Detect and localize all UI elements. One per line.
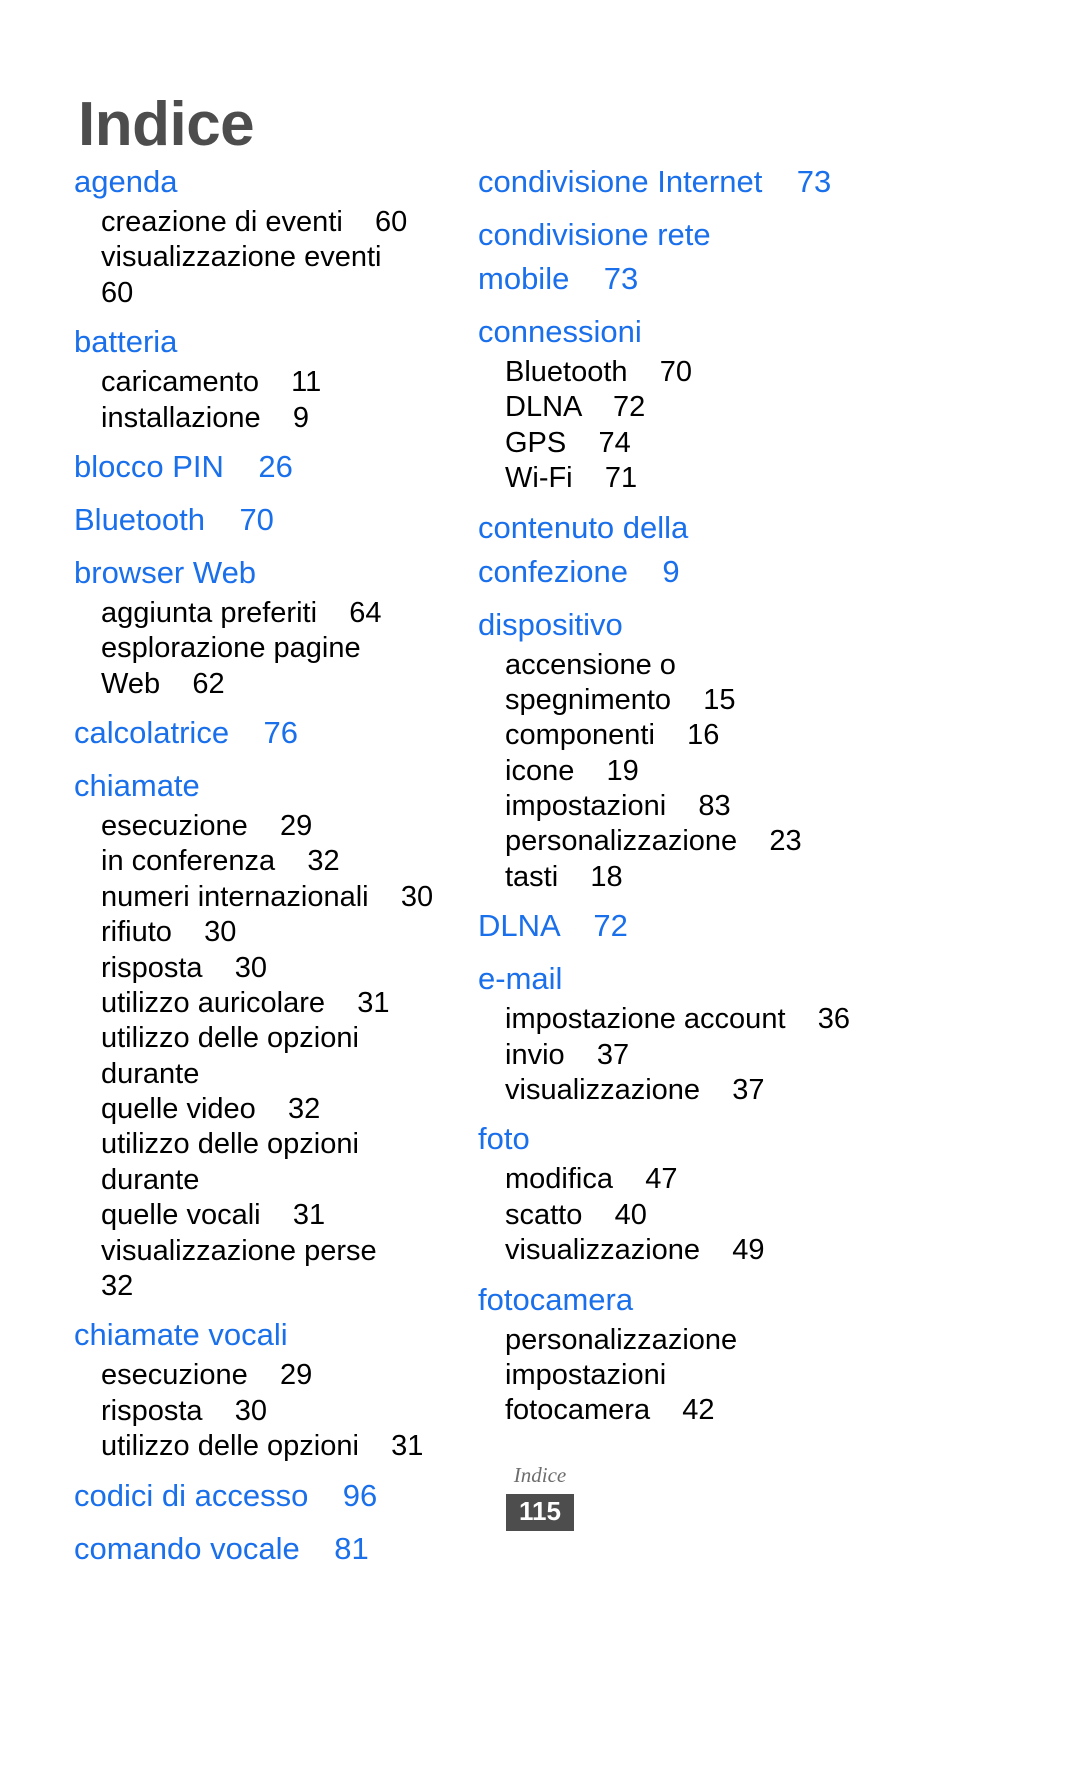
index-entry-heading[interactable]: DLNA 72 [478, 904, 960, 948]
index-subentry-list: aggiunta preferiti 64 esplorazione pagine… [74, 596, 440, 702]
index-subentry[interactable]: personalizzazione 23 [505, 824, 960, 859]
index-subentry[interactable]: personalizzazione impostazioni fotocamer… [505, 1323, 960, 1429]
index-entry: dispositivo accensione o spegnimento 15 co… [478, 603, 960, 896]
index-subentry[interactable]: icone 19 [505, 754, 960, 789]
index-subentry[interactable]: impostazioni 83 [505, 789, 960, 824]
index-subentry[interactable]: esecuzione 29 [101, 1358, 440, 1393]
index-subentry[interactable]: visualizzazione perse 32 [101, 1234, 440, 1305]
index-subentry[interactable]: accensione o spegnimento 15 [505, 648, 960, 719]
index-entry-heading[interactable]: browser Web [74, 551, 440, 595]
index-entry: batteria caricamento 11 installazione 9 [74, 320, 440, 436]
index-subentry[interactable]: visualizzazione 37 [505, 1073, 960, 1108]
index-entry: agenda creazione di eventi 60 visualizzazi… [74, 160, 440, 311]
index-entry-heading[interactable]: blocco PIN 26 [74, 445, 440, 489]
index-subentry[interactable]: Bluetooth 70 [505, 355, 960, 390]
index-entry-heading[interactable]: e-mail [478, 957, 960, 1001]
index-subentry[interactable]: esecuzione 29 [101, 809, 440, 844]
index-page: Indice agenda creazione di eventi 60 visua… [0, 0, 1080, 1771]
index-subentry-list: modifica 47 scatto 40 visualizzazione 49 [478, 1162, 960, 1268]
page-number-badge: 115 [506, 1494, 574, 1532]
index-subentry-list: esecuzione 29 in conferenza 32 numeri inte… [74, 809, 440, 1304]
index-subentry[interactable]: DLNA 72 [505, 390, 960, 425]
index-subentry[interactable]: componenti 16 [505, 718, 960, 753]
index-subentry[interactable]: rifiuto 30 [101, 915, 440, 950]
index-entry: connessioni Bluetooth 70 DLNA 72 GPS 74 Wi-F… [478, 310, 960, 497]
index-subentry-list: accensione o spegnimento 15 componenti 16… [478, 648, 960, 896]
index-subentry[interactable]: utilizzo delle opzioni durante quelle vo… [101, 1127, 440, 1233]
index-entry: Bluetooth 70 [74, 498, 440, 542]
index-subentry[interactable]: visualizzazione eventi 60 [101, 240, 440, 311]
index-entry: e-mail impostazione account 36 invio 37 vis… [478, 957, 960, 1108]
index-entry: blocco PIN 26 [74, 445, 440, 489]
index-entry-heading[interactable]: dispositivo [478, 603, 960, 647]
index-subentry[interactable]: risposta 30 [101, 1394, 440, 1429]
index-column-right: condivisione Internet 73 condivisione ret… [450, 160, 970, 1429]
index-subentry[interactable]: impostazione account 36 [505, 1002, 960, 1037]
index-entry-heading[interactable]: connessioni [478, 310, 960, 354]
index-columns: agenda creazione di eventi 60 visualizzazi… [0, 160, 1080, 1571]
index-subentry-list: creazione di eventi 60 visualizzazione ev… [74, 205, 440, 311]
index-entry-heading[interactable]: fotocamera [478, 1278, 960, 1322]
index-entry: foto modifica 47 scatto 40 visualizzazione … [478, 1117, 960, 1268]
index-subentry[interactable]: utilizzo delle opzioni durante quelle vi… [101, 1021, 440, 1127]
index-subentry[interactable]: in conferenza 32 [101, 844, 440, 879]
index-entry-heading[interactable]: batteria [74, 320, 440, 364]
index-entry: contenuto della confezione 9 [478, 506, 960, 594]
index-entry: browser Web aggiunta preferiti 64 esploraz… [74, 551, 440, 702]
index-entry-heading[interactable]: condivisione rete mobile 73 [478, 213, 960, 301]
index-entry-heading[interactable]: foto [478, 1117, 960, 1161]
index-subentry[interactable]: scatto 40 [505, 1198, 960, 1233]
index-entry-heading[interactable]: chiamate vocali [74, 1313, 440, 1357]
index-subentry[interactable]: aggiunta preferiti 64 [101, 596, 440, 631]
index-subentry-list: impostazione account 36 invio 37 visualizz… [478, 1002, 960, 1108]
index-entry: comando vocale 81 [74, 1527, 440, 1571]
index-subentry[interactable]: GPS 74 [505, 426, 960, 461]
index-subentry[interactable]: modifica 47 [505, 1162, 960, 1197]
index-entry: fotocamera personalizzazione impostazioni… [478, 1278, 960, 1429]
index-entry-heading[interactable]: condivisione Internet 73 [478, 160, 960, 204]
index-entry: chiamate vocali esecuzione 29 risposta 30 u… [74, 1313, 440, 1464]
index-entry: condivisione rete mobile 73 [478, 213, 960, 301]
index-entry: condivisione Internet 73 [478, 160, 960, 204]
index-subentry-list: caricamento 11 installazione 9 [74, 365, 440, 436]
index-subentry-list: personalizzazione impostazioni fotocamer… [478, 1323, 960, 1429]
index-subentry[interactable]: creazione di eventi 60 [101, 205, 440, 240]
index-subentry-list: Bluetooth 70 DLNA 72 GPS 74 Wi-Fi 71 [478, 355, 960, 497]
index-entry-heading[interactable]: agenda [74, 160, 440, 204]
index-subentry[interactable]: utilizzo auricolare 31 [101, 986, 440, 1021]
index-subentry[interactable]: installazione 9 [101, 401, 440, 436]
index-subentry[interactable]: Wi-Fi 71 [505, 461, 960, 496]
index-subentry[interactable]: numeri internazionali 30 [101, 880, 440, 915]
index-subentry[interactable]: invio 37 [505, 1038, 960, 1073]
index-entry: calcolatrice 76 [74, 711, 440, 755]
index-column-left: agenda creazione di eventi 60 visualizzazi… [0, 160, 450, 1571]
index-subentry[interactable]: utilizzo delle opzioni 31 [101, 1429, 440, 1464]
page-footer: Indice 115 [0, 1463, 1080, 1532]
index-entry-heading[interactable]: comando vocale 81 [74, 1527, 440, 1571]
index-subentry-list: esecuzione 29 risposta 30 utilizzo delle o… [74, 1358, 440, 1464]
index-entry-heading[interactable]: Bluetooth 70 [74, 498, 440, 542]
footer-label: Indice [513, 1463, 567, 1487]
index-entry: DLNA 72 [478, 904, 960, 948]
index-subentry[interactable]: visualizzazione 49 [505, 1233, 960, 1268]
index-subentry[interactable]: tasti 18 [505, 860, 960, 895]
index-subentry[interactable]: risposta 30 [101, 951, 440, 986]
page-title: Indice [78, 89, 255, 159]
index-entry-heading[interactable]: chiamate [74, 764, 440, 808]
index-subentry[interactable]: caricamento 11 [101, 365, 440, 400]
index-entry: chiamate esecuzione 29 in conferenza 32 num… [74, 764, 440, 1304]
index-subentry[interactable]: esplorazione pagine Web 62 [101, 631, 440, 702]
index-entry-heading[interactable]: contenuto della confezione 9 [478, 506, 960, 594]
index-entry-heading[interactable]: calcolatrice 76 [74, 711, 440, 755]
